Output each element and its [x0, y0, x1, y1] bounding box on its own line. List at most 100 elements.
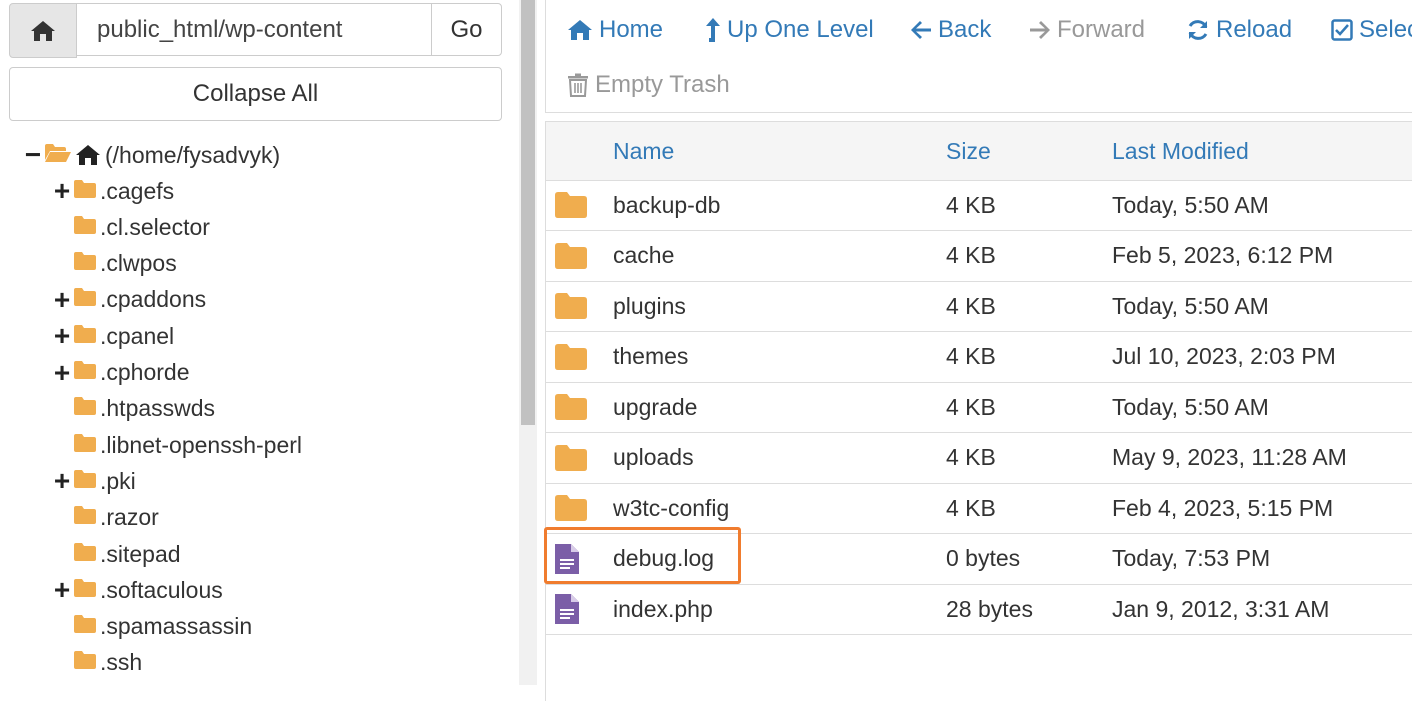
table-row[interactable]: backup-db 4 KB Today, 5:50 AM — [546, 180, 1412, 231]
tree-item[interactable]: + .cphorde — [53, 355, 190, 391]
reload-button[interactable]: Reload — [1186, 10, 1292, 50]
column-header-last-modified[interactable]: Last Modified — [1112, 122, 1249, 180]
table-row[interactable]: uploads 4 KB May 9, 2023, 11:28 AM — [546, 433, 1412, 484]
tree-item[interactable]: .razor — [53, 500, 159, 536]
file-name[interactable]: debug.log — [613, 534, 714, 584]
collapse-toggle-icon[interactable]: − — [24, 141, 42, 169]
forward-button[interactable]: Forward — [1029, 10, 1145, 50]
table-header-row: Name Size Last Modified — [546, 122, 1412, 181]
table-row[interactable]: plugins 4 KB Today, 5:50 AM — [546, 281, 1412, 332]
pane-scrollbar[interactable] — [519, 0, 537, 685]
empty-trash-label: Empty Trash — [595, 71, 730, 98]
file-size: 4 KB — [946, 242, 996, 268]
tree-item[interactable]: .cl.selector — [53, 209, 210, 245]
folder-icon — [554, 281, 588, 331]
file-size: 28 bytes — [946, 595, 1033, 622]
folder-icon — [554, 433, 588, 483]
back-button-label: Back — [938, 16, 992, 43]
go-button[interactable]: Go — [431, 3, 502, 56]
folder-icon — [73, 178, 97, 205]
table-row[interactable]: index.php 28 bytes Jan 9, 2012, 3:31 AM — [546, 584, 1412, 635]
folder-icon — [73, 613, 97, 640]
expand-toggle-icon[interactable]: + — [53, 467, 71, 495]
table-row[interactable]: cache 4 KB Feb 5, 2023, 6:12 PM — [546, 231, 1412, 282]
tree-item-label: .cpaddons — [100, 286, 207, 313]
expand-toggle-icon[interactable]: + — [53, 358, 71, 387]
file-last-modified: Today, 5:50 AM — [1112, 292, 1269, 319]
file-name[interactable]: w3tc-config — [613, 483, 729, 533]
folder-icon — [554, 382, 588, 432]
expand-toggle-icon[interactable]: + — [53, 322, 71, 350]
tree-item-label: .ssh — [100, 649, 143, 676]
home-button-label: Home — [599, 16, 664, 43]
tree-item-label: .libnet-openssh-perl — [100, 431, 303, 458]
file-size: 4 KB — [946, 343, 996, 369]
tree-item[interactable]: + .softaculous — [53, 572, 223, 608]
tree-item[interactable]: .libnet-openssh-perl — [53, 427, 302, 463]
file-name[interactable]: plugins — [613, 281, 686, 331]
tree-item-label: .spamassassin — [100, 613, 253, 640]
file-last-modified: Jan 9, 2012, 3:31 AM — [1112, 595, 1330, 622]
folder-icon — [554, 483, 588, 533]
file-last-modified: Feb 5, 2023, 6:12 PM — [1112, 242, 1334, 268]
folder-icon — [73, 541, 97, 568]
path-bar: Go — [9, 3, 502, 58]
tree-item-label: .htpasswds — [100, 395, 216, 422]
tree-item-label: .razor — [100, 504, 159, 531]
home-button[interactable]: Home — [567, 10, 663, 50]
column-header-name[interactable]: Name — [613, 122, 674, 180]
table-row[interactable]: w3tc-config 4 KB Feb 4, 2023, 5:15 PM — [546, 483, 1412, 534]
expand-toggle-icon[interactable]: + — [53, 285, 71, 314]
file-name[interactable]: upgrade — [613, 382, 697, 432]
column-header-size[interactable]: Size — [946, 122, 991, 180]
tree-item[interactable]: + .cpanel — [53, 318, 174, 354]
empty-trash-button[interactable]: Empty Trash — [567, 65, 730, 105]
folder-icon — [73, 577, 97, 604]
back-button[interactable]: Back — [910, 10, 991, 50]
tree-item[interactable]: .ssh — [53, 645, 142, 681]
file-last-modified: Today, 7:53 PM — [1112, 545, 1271, 571]
tree-item[interactable]: + .pki — [53, 463, 136, 499]
arrow-right-icon — [1030, 21, 1050, 39]
tree-root[interactable]: − (/home/fysadvyk) — [24, 137, 280, 173]
collapse-all-button[interactable]: Collapse All — [9, 67, 502, 121]
scrollbar-thumb[interactable] — [521, 0, 535, 425]
file-last-modified: May 9, 2023, 11:28 AM — [1112, 444, 1347, 470]
file-size: 4 KB — [946, 393, 996, 420]
folder-icon — [554, 180, 588, 230]
file-name[interactable]: cache — [613, 231, 674, 281]
home-icon — [568, 20, 592, 40]
table-row[interactable]: upgrade 4 KB Today, 5:50 AM — [546, 382, 1412, 433]
folder-icon — [73, 323, 97, 350]
file-name[interactable]: backup-db — [613, 180, 720, 230]
folder-icon — [73, 286, 97, 313]
folder-icon — [73, 468, 97, 495]
tree-item[interactable]: .spamassassin — [53, 609, 252, 645]
expand-toggle-icon[interactable]: + — [53, 177, 71, 205]
folder-icon — [73, 250, 97, 277]
table-row[interactable]: debug.log 0 bytes Today, 7:53 PM — [546, 534, 1412, 585]
file-name[interactable]: themes — [613, 332, 688, 382]
file-name[interactable]: index.php — [613, 584, 713, 634]
tree-item[interactable]: .clwpos — [53, 246, 177, 282]
file-size: 4 KB — [946, 494, 996, 521]
up-one-level-button[interactable]: Up One Level — [705, 10, 874, 50]
path-input[interactable] — [77, 3, 431, 56]
tree-item-label: .cphorde — [100, 359, 190, 385]
expand-toggle-icon[interactable]: + — [53, 576, 71, 604]
folder-icon — [73, 395, 97, 422]
tree-item[interactable]: + .cpaddons — [53, 282, 206, 318]
file-name[interactable]: uploads — [613, 433, 694, 483]
tree-item[interactable]: .htpasswds — [53, 391, 215, 427]
home-icon — [76, 145, 100, 165]
folder-icon — [73, 504, 97, 531]
tree-item[interactable]: + .cagefs — [53, 173, 174, 209]
tree-item[interactable]: .sitepad — [53, 536, 181, 572]
reload-button-label: Reload — [1216, 16, 1293, 43]
trash-icon — [568, 73, 588, 97]
file-last-modified: Today, 5:50 AM — [1112, 393, 1269, 420]
select-all-button[interactable]: Selec — [1331, 10, 1412, 50]
tree-item-label: .clwpos — [100, 250, 177, 277]
table-row[interactable]: themes 4 KB Jul 10, 2023, 2:03 PM — [546, 332, 1412, 383]
path-home-button[interactable] — [9, 3, 77, 58]
